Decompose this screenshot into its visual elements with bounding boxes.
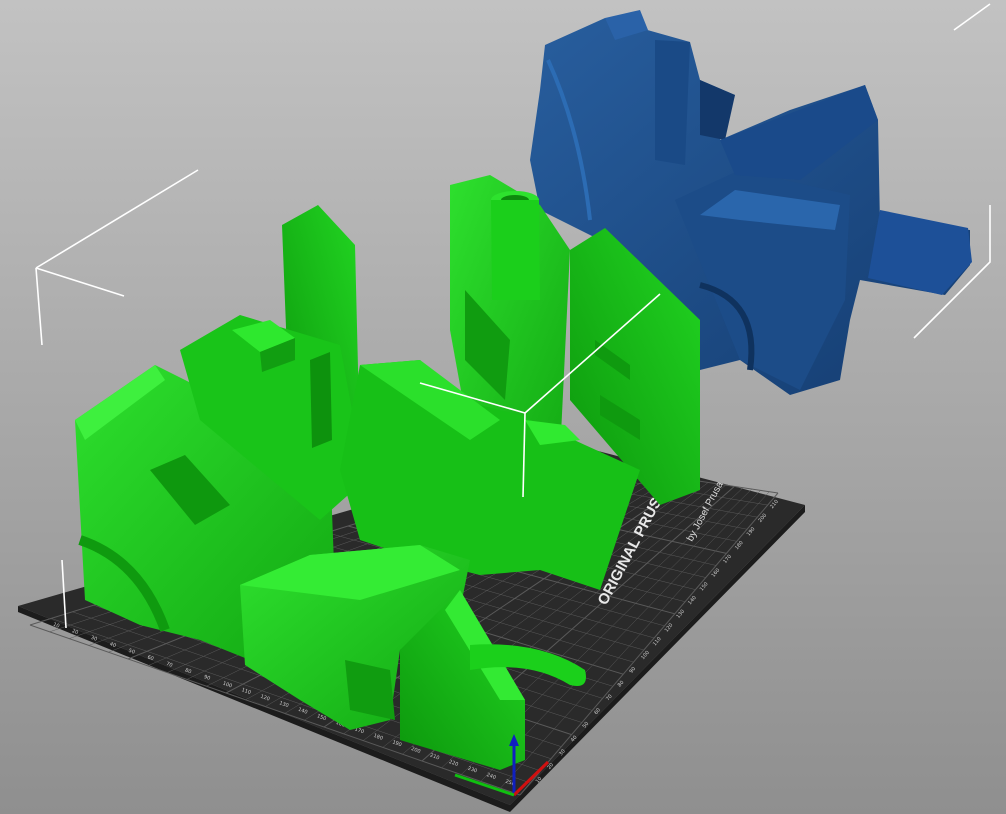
3d-viewport[interactable]: 10 20 30 40 50 60 70 80 90 100 110 120 130 140 150 160 1…	[0, 0, 1006, 814]
